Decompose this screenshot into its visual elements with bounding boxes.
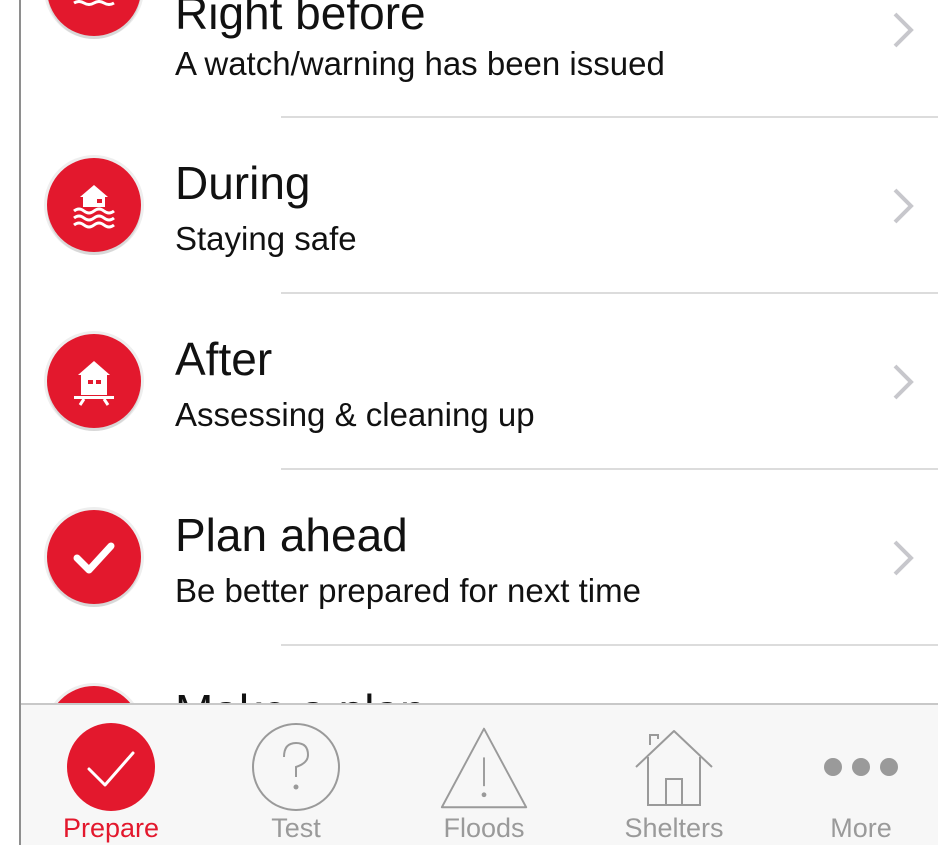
- tab-label: Test: [271, 813, 321, 843]
- plan-icon: [47, 686, 141, 703]
- tab-label: Shelters: [624, 813, 724, 843]
- list-item-title: Make a plan: [175, 684, 426, 703]
- list-item-title: During: [175, 157, 311, 209]
- list-item-title: Right before: [175, 0, 426, 39]
- list-item-right-before[interactable]: Right before A watch/warning has been is…: [21, 0, 938, 110]
- prepare-list: Right before A watch/warning has been is…: [21, 0, 938, 703]
- list-item-subtitle: Be better prepared for next time: [175, 572, 641, 609]
- more-dots-icon: [815, 721, 907, 813]
- tab-label: More: [830, 813, 892, 843]
- list-item-subtitle: Staying safe: [175, 220, 357, 257]
- list-item-make-a-plan[interactable]: Make a plan: [21, 646, 938, 703]
- chevron-right-icon: [893, 364, 914, 400]
- chevron-right-icon: [893, 188, 914, 224]
- house-flood-icon: [47, 0, 141, 36]
- tab-label: Prepare: [62, 813, 160, 843]
- list-item-plan-ahead[interactable]: Plan ahead Be better prepared for next t…: [21, 470, 938, 646]
- tab-floods[interactable]: Floods: [404, 705, 564, 845]
- house-flooding-icon: [47, 158, 141, 252]
- tab-label: Floods: [443, 813, 525, 843]
- list-item-subtitle: Assessing & cleaning up: [175, 396, 535, 433]
- tab-bar: Prepare Test Floods Shelters More: [21, 703, 938, 845]
- list-item-title: After: [175, 333, 273, 385]
- chevron-right-icon: [893, 540, 914, 576]
- tab-test[interactable]: Test: [216, 705, 376, 845]
- list-item-title: Plan ahead: [175, 509, 408, 561]
- question-icon: [250, 721, 342, 813]
- house-icon: [628, 721, 720, 813]
- warning-icon: [438, 721, 530, 813]
- checkmark-icon: [65, 721, 157, 813]
- house-after-flood-icon: [47, 334, 141, 428]
- chevron-right-icon: [893, 12, 914, 48]
- checkmark-icon: [47, 510, 141, 604]
- list-item-subtitle: A watch/warning has been issued: [175, 45, 665, 82]
- tab-shelters[interactable]: Shelters: [594, 705, 754, 845]
- tab-more[interactable]: More: [781, 705, 938, 845]
- list-item-during[interactable]: During Staying safe: [21, 118, 938, 294]
- window-edge: [0, 0, 21, 845]
- list-item-after[interactable]: After Assessing & cleaning up: [21, 294, 938, 470]
- tab-prepare[interactable]: Prepare: [31, 705, 191, 845]
